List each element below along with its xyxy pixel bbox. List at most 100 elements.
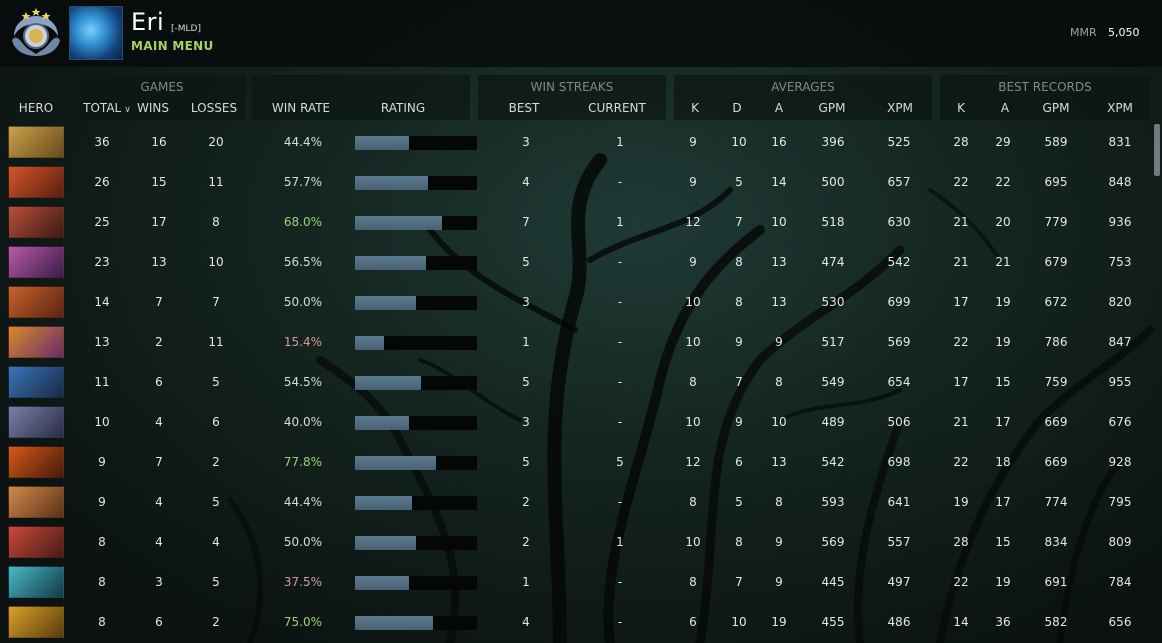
cell-avg-assists: 10 — [771, 415, 787, 429]
hero-portrait[interactable] — [8, 566, 64, 598]
cell-record-assists: 15 — [995, 375, 1011, 389]
col-header-record-xpm[interactable]: XPM — [1100, 101, 1140, 115]
cell-wins: 7 — [155, 455, 163, 469]
sort-descending-icon: ∨ — [124, 105, 131, 115]
cell-win-rate: 40.0% — [283, 415, 322, 429]
group-title-games: GAMES — [140, 80, 184, 94]
rating-bar — [355, 296, 477, 310]
table-row[interactable]: 11 6 5 5 - 8 7 8 549 654 17 15 759 955 54.5% — [0, 362, 1162, 402]
hero-portrait[interactable] — [8, 126, 64, 158]
cell-record-assists: 19 — [995, 335, 1011, 349]
hero-portrait[interactable] — [8, 406, 64, 438]
cell-losses: 6 — [212, 415, 220, 429]
rating-bar-fill — [355, 416, 409, 430]
player-avatar[interactable] — [69, 6, 123, 60]
col-header-record-assists[interactable]: A — [994, 101, 1016, 115]
table-row[interactable]: 9 7 2 5 5 12 6 13 542 698 22 18 669 928 77.8% — [0, 442, 1162, 482]
table-row[interactable]: 14 7 7 3 - 10 8 13 530 699 17 19 672 820 50.0% — [0, 282, 1162, 322]
rating-bar-fill — [355, 456, 436, 470]
table-row[interactable]: 25 17 8 7 1 12 7 10 518 630 21 20 779 936 68.0% — [0, 202, 1162, 242]
col-header-rating[interactable]: RATING — [372, 101, 434, 115]
scrollbar-thumb[interactable] — [1154, 124, 1160, 176]
col-header-avg-k-label: K — [691, 101, 699, 115]
col-header-avg-gpm-label: GPM — [818, 101, 846, 115]
col-header-record-kills[interactable]: K — [950, 101, 972, 115]
cell-record-kills: 14 — [953, 615, 969, 629]
cell-record-assists: 19 — [995, 575, 1011, 589]
hero-portrait[interactable] — [8, 206, 64, 238]
cell-losses: 8 — [212, 215, 220, 229]
table-row[interactable]: 36 16 20 3 1 9 10 16 396 525 28 29 589 831 44.4% — [0, 122, 1162, 162]
col-header-avg-deaths[interactable]: D — [726, 101, 748, 115]
cell-record-gpm: 679 — [1044, 255, 1068, 269]
table-scrollbar[interactable] — [1154, 122, 1160, 643]
cell-avg-gpm: 549 — [821, 375, 845, 389]
cell-avg-assists: 14 — [771, 175, 787, 189]
cell-wins: 4 — [155, 495, 163, 509]
cell-record-assists: 29 — [995, 135, 1011, 149]
hero-portrait[interactable] — [8, 486, 64, 518]
cell-avg-deaths: 9 — [735, 415, 743, 429]
hero-portrait[interactable] — [8, 166, 64, 198]
cell-avg-gpm: 489 — [821, 415, 845, 429]
cell-wins: 6 — [155, 615, 163, 629]
col-header-avg-assists[interactable]: A — [768, 101, 790, 115]
col-header-total[interactable]: TOTAL ∨ — [78, 101, 136, 115]
cell-total: 36 — [94, 135, 110, 149]
hero-portrait[interactable] — [8, 446, 64, 478]
group-title-best-records: BEST RECORDS — [998, 80, 1092, 94]
cell-current-streak: - — [617, 295, 623, 309]
table-row[interactable]: 10 4 6 3 - 10 9 10 489 506 21 17 669 676 40.0% — [0, 402, 1162, 442]
cell-record-kills: 21 — [953, 255, 969, 269]
col-header-wins[interactable]: WINS — [134, 101, 172, 115]
main-menu-link[interactable]: MAIN MENU — [131, 39, 214, 53]
cell-wins: 17 — [151, 215, 167, 229]
cell-total: 9 — [98, 455, 106, 469]
hero-portrait[interactable] — [8, 326, 64, 358]
col-header-avg-xpm[interactable]: XPM — [880, 101, 920, 115]
cell-best-streak: 3 — [522, 415, 530, 429]
hero-portrait[interactable] — [8, 246, 64, 278]
col-header-hero[interactable]: HERO — [10, 101, 62, 115]
col-header-current-streak[interactable]: CURRENT — [584, 101, 650, 115]
col-header-record-gpm[interactable]: GPM — [1036, 101, 1076, 115]
col-header-avg-kills[interactable]: K — [684, 101, 706, 115]
col-header-win-rate[interactable]: WIN RATE — [262, 101, 340, 115]
cell-total: 13 — [94, 335, 110, 349]
cell-record-kills: 17 — [953, 295, 969, 309]
cell-win-rate: 68.0% — [283, 215, 322, 229]
table-row[interactable]: 8 4 4 2 1 10 8 9 569 557 28 15 834 809 50.0% — [0, 522, 1162, 562]
cell-total: 25 — [94, 215, 110, 229]
cell-record-assists: 21 — [995, 255, 1011, 269]
cell-avg-assists: 16 — [771, 135, 787, 149]
table-row[interactable]: 8 3 5 1 - 8 7 9 445 497 22 19 691 784 37.5% — [0, 562, 1162, 602]
col-header-best-streak[interactable]: BEST — [502, 101, 546, 115]
rating-bar — [355, 496, 477, 510]
cell-wins: 15 — [151, 175, 167, 189]
cell-wins: 6 — [155, 375, 163, 389]
hero-portrait[interactable] — [8, 366, 64, 398]
table-row[interactable]: 26 15 11 4 - 9 5 14 500 657 22 22 695 848 57.7% — [0, 162, 1162, 202]
hero-portrait[interactable] — [8, 606, 64, 638]
table-row[interactable]: 9 4 5 2 - 8 5 8 593 641 19 17 774 795 44.4% — [0, 482, 1162, 522]
cell-record-xpm: 809 — [1108, 535, 1132, 549]
cell-losses: 2 — [212, 455, 220, 469]
cell-losses: 7 — [212, 295, 220, 309]
cell-avg-kills: 10 — [685, 535, 701, 549]
table-row[interactable]: 13 2 11 1-10 9 9 517 569 22 19 786 847 15.4% — [0, 322, 1162, 362]
cell-losses: 20 — [208, 135, 224, 149]
cell-avg-gpm: 542 — [821, 455, 845, 469]
hero-portrait[interactable] — [8, 286, 64, 318]
cell-avg-gpm: 593 — [821, 495, 845, 509]
col-header-avg-gpm[interactable]: GPM — [812, 101, 852, 115]
cell-avg-xpm: 557 — [887, 535, 911, 549]
mmr-value: 5,050 — [1108, 26, 1140, 39]
table-row[interactable]: 8 6 2 4 - 6 10 19 455 486 14 36 582 656 75.0% — [0, 602, 1162, 642]
table-row[interactable]: 23 13 10 5 - 9 8 13 474 542 21 21 679 753 56.5% — [0, 242, 1162, 282]
col-header-losses[interactable]: LOSSES — [188, 101, 240, 115]
cell-record-xpm: 848 — [1108, 175, 1132, 189]
cell-record-gpm: 691 — [1044, 575, 1068, 589]
cell-current-streak: - — [617, 335, 623, 349]
cell-record-xpm: 795 — [1108, 495, 1132, 509]
hero-portrait[interactable] — [8, 526, 64, 558]
